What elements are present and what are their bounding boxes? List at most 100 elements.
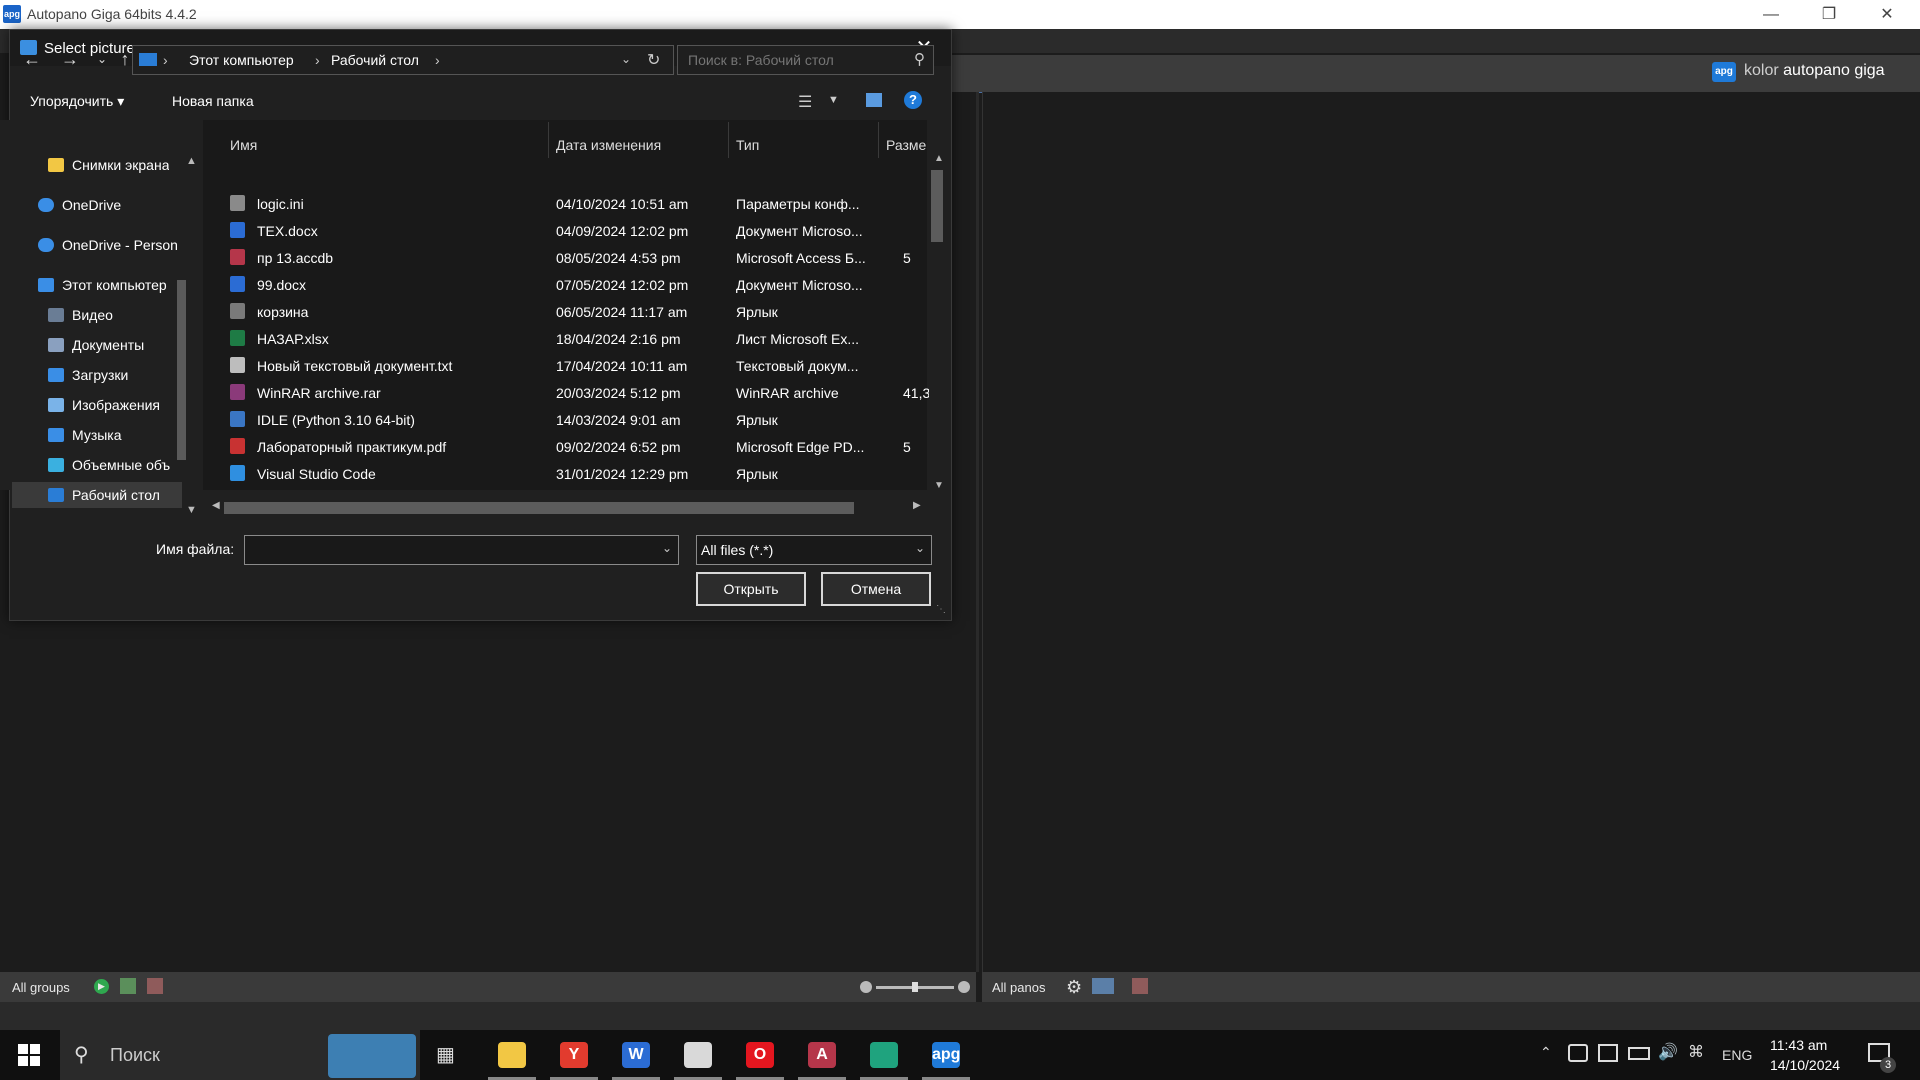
restore-button[interactable]: ❐	[1806, 0, 1852, 29]
back-arrow-icon[interactable]: ←	[20, 46, 44, 72]
file-scroll-left-icon[interactable]: ◀	[212, 500, 220, 511]
address-bar[interactable]: › Этот компьютер › Рабочий стол › ⌄ ↻	[132, 45, 674, 75]
zoom-in-icon[interactable]	[958, 981, 970, 993]
taskbar-app-paint[interactable]	[670, 1030, 726, 1080]
file-name: logic.ini	[257, 196, 304, 212]
nav-item-3d-objects[interactable]: Объемные объ	[48, 452, 182, 478]
column-header-type[interactable]: Тип	[736, 137, 759, 153]
zoom-slider-handle[interactable]	[912, 982, 918, 992]
clock-date[interactable]: 14/10/2024	[1770, 1057, 1840, 1073]
meet-now-icon[interactable]	[1568, 1044, 1588, 1062]
nav-item-downloads[interactable]: Загрузки	[48, 362, 128, 388]
nav-item-this-pc[interactable]: Этот компьютер	[38, 272, 167, 298]
new-folder-button[interactable]: Новая папка	[172, 93, 254, 109]
taskbar-app-access[interactable]: A	[794, 1030, 850, 1080]
taskbar-app-edge[interactable]	[856, 1030, 912, 1080]
forward-arrow-icon[interactable]: →	[58, 46, 82, 72]
file-type-filter[interactable]: All files (*.*) ⌄	[696, 535, 932, 565]
minimize-button[interactable]: —	[1748, 0, 1794, 29]
file-row[interactable]: НАЗАР.xlsx 18/04/2024 2:16 pm Лист Microso…	[218, 325, 938, 352]
cancel-button[interactable]: Отмена	[821, 572, 931, 606]
taskbar-app-autopano[interactable]: apg	[918, 1030, 974, 1080]
file-scroll-up-icon[interactable]: ▲	[934, 153, 944, 164]
organize-menu[interactable]: Упорядочить ▾	[30, 93, 124, 110]
filter-dropdown-icon[interactable]: ⌄	[915, 541, 925, 555]
search-input[interactable]	[686, 51, 900, 69]
file-row[interactable]: logic.ini 04/10/2024 10:51 am Параметры ко…	[218, 190, 938, 217]
show-hidden-icons-chevron-icon[interactable]: ⌃	[1540, 1044, 1552, 1061]
taskbar-app-yandex-browser[interactable]: Y	[546, 1030, 602, 1080]
address-dropdown-icon[interactable]: ⌄	[621, 52, 631, 66]
nav-item-onedrive[interactable]: OneDrive	[38, 192, 121, 218]
file-row[interactable]: Лабораторный практикум.pdf 09/02/2024 6:5…	[218, 433, 938, 460]
remove-group-icon[interactable]	[147, 978, 163, 994]
nav-item-pictures[interactable]: Изображения	[48, 392, 160, 418]
filename-dropdown-icon[interactable]: ⌄	[662, 541, 672, 555]
file-row[interactable]: WinRAR archive.rar 20/03/2024 5:12 pm WinR…	[218, 379, 938, 406]
column-separator[interactable]	[878, 122, 879, 158]
filename-label: Имя файла:	[156, 541, 235, 557]
taskbar-app-file-explorer[interactable]	[484, 1030, 540, 1080]
nav-item-onedrive-personal[interactable]: OneDrive - Person	[38, 232, 184, 258]
remove-pano-icon[interactable]	[1132, 978, 1148, 994]
render-icon[interactable]	[1092, 978, 1114, 994]
play-icon[interactable]: ▶	[94, 979, 109, 994]
wifi-icon[interactable]: ⌘	[1688, 1042, 1704, 1062]
file-row[interactable]: TEX.docx 04/09/2024 12:02 pm Документ Micr…	[218, 217, 938, 244]
view-options-icon[interactable]: ☰	[798, 92, 812, 112]
taskbar-app-word[interactable]: W	[608, 1030, 664, 1080]
file-horizontal-scrollbar-thumb[interactable]	[224, 502, 854, 514]
file-scroll-right-icon[interactable]: ▶	[913, 500, 921, 511]
filename-input[interactable]	[249, 540, 653, 558]
recent-locations-chevron-icon[interactable]: ⌄	[90, 46, 114, 72]
clock-time[interactable]: 11:43 am	[1770, 1037, 1827, 1053]
help-icon[interactable]: ?	[904, 91, 922, 109]
zoom-out-icon[interactable]	[860, 981, 872, 993]
this-pc-icon	[139, 53, 157, 66]
breadcrumb-this-pc[interactable]: Этот компьютер	[189, 52, 294, 68]
nav-scrollbar-thumb[interactable]	[177, 280, 186, 460]
notification-count-badge: 3	[1880, 1057, 1896, 1073]
preview-pane-icon[interactable]	[866, 93, 882, 107]
nav-item-documents[interactable]: Документы	[48, 332, 144, 358]
settings-gear-icon[interactable]: ⚙	[1066, 977, 1082, 998]
view-dropdown-icon[interactable]: ▼	[828, 94, 839, 106]
nav-item-videos[interactable]: Видео	[48, 302, 113, 328]
file-scroll-down-icon[interactable]: ▼	[934, 480, 944, 491]
column-header-name[interactable]: Имя	[230, 137, 257, 153]
file-row[interactable]: Visual Studio Code 31/01/2024 12:29 pm Ярл…	[218, 460, 938, 487]
search-box[interactable]: ⚲	[677, 45, 934, 75]
windows-start-icon[interactable]	[18, 1044, 40, 1066]
file-vertical-scrollbar-thumb[interactable]	[931, 170, 943, 242]
resize-grip-icon[interactable]: ⋱	[936, 604, 946, 615]
search-highlight-image	[328, 1034, 416, 1078]
pdf-file-icon	[230, 438, 245, 454]
language-indicator[interactable]: ENG	[1722, 1047, 1752, 1063]
battery-icon[interactable]	[1628, 1047, 1650, 1060]
column-separator[interactable]	[548, 122, 549, 158]
taskbar-search-box[interactable]: ⚲ Поиск	[60, 1030, 420, 1080]
close-app-button[interactable]: ✕	[1864, 0, 1910, 29]
nav-item-desktop[interactable]: Рабочий стол	[12, 482, 182, 508]
nav-item-music[interactable]: Музыка	[48, 422, 122, 448]
open-button[interactable]: Открыть	[696, 572, 806, 606]
file-row[interactable]: пр 13.accdb 08/05/2024 4:53 pm Microsoft A…	[218, 244, 938, 271]
nav-scroll-up-icon[interactable]: ▲	[186, 155, 197, 167]
nav-item-screenshots[interactable]: Снимки экрана	[48, 152, 169, 178]
refresh-icon[interactable]: ↻	[647, 50, 660, 70]
add-group-icon[interactable]	[120, 978, 136, 994]
column-header-size[interactable]: Разме	[886, 137, 930, 153]
file-row[interactable]: IDLE (Python 3.10 64-bit) 14/03/2024 9:01…	[218, 406, 938, 433]
volume-icon[interactable]: 🔊	[1658, 1042, 1678, 1062]
task-view-icon[interactable]: ▦	[436, 1042, 455, 1067]
file-row[interactable]: Новый текстовый документ.txt 17/04/2024 1…	[218, 352, 938, 379]
file-row[interactable]: корзина 06/05/2024 11:17 am Ярлык	[218, 298, 938, 325]
column-separator[interactable]	[728, 122, 729, 158]
filename-combobox[interactable]: ⌄	[244, 535, 679, 565]
file-row[interactable]: 99.docx 07/05/2024 12:02 pm Документ Micro…	[218, 271, 938, 298]
column-header-date[interactable]: Дата изменения	[556, 137, 661, 153]
security-icon[interactable]	[1598, 1044, 1618, 1062]
nav-scroll-down-icon[interactable]: ▼	[186, 504, 197, 516]
taskbar-app-opera[interactable]: O	[732, 1030, 788, 1080]
breadcrumb-desktop[interactable]: Рабочий стол	[331, 52, 419, 68]
